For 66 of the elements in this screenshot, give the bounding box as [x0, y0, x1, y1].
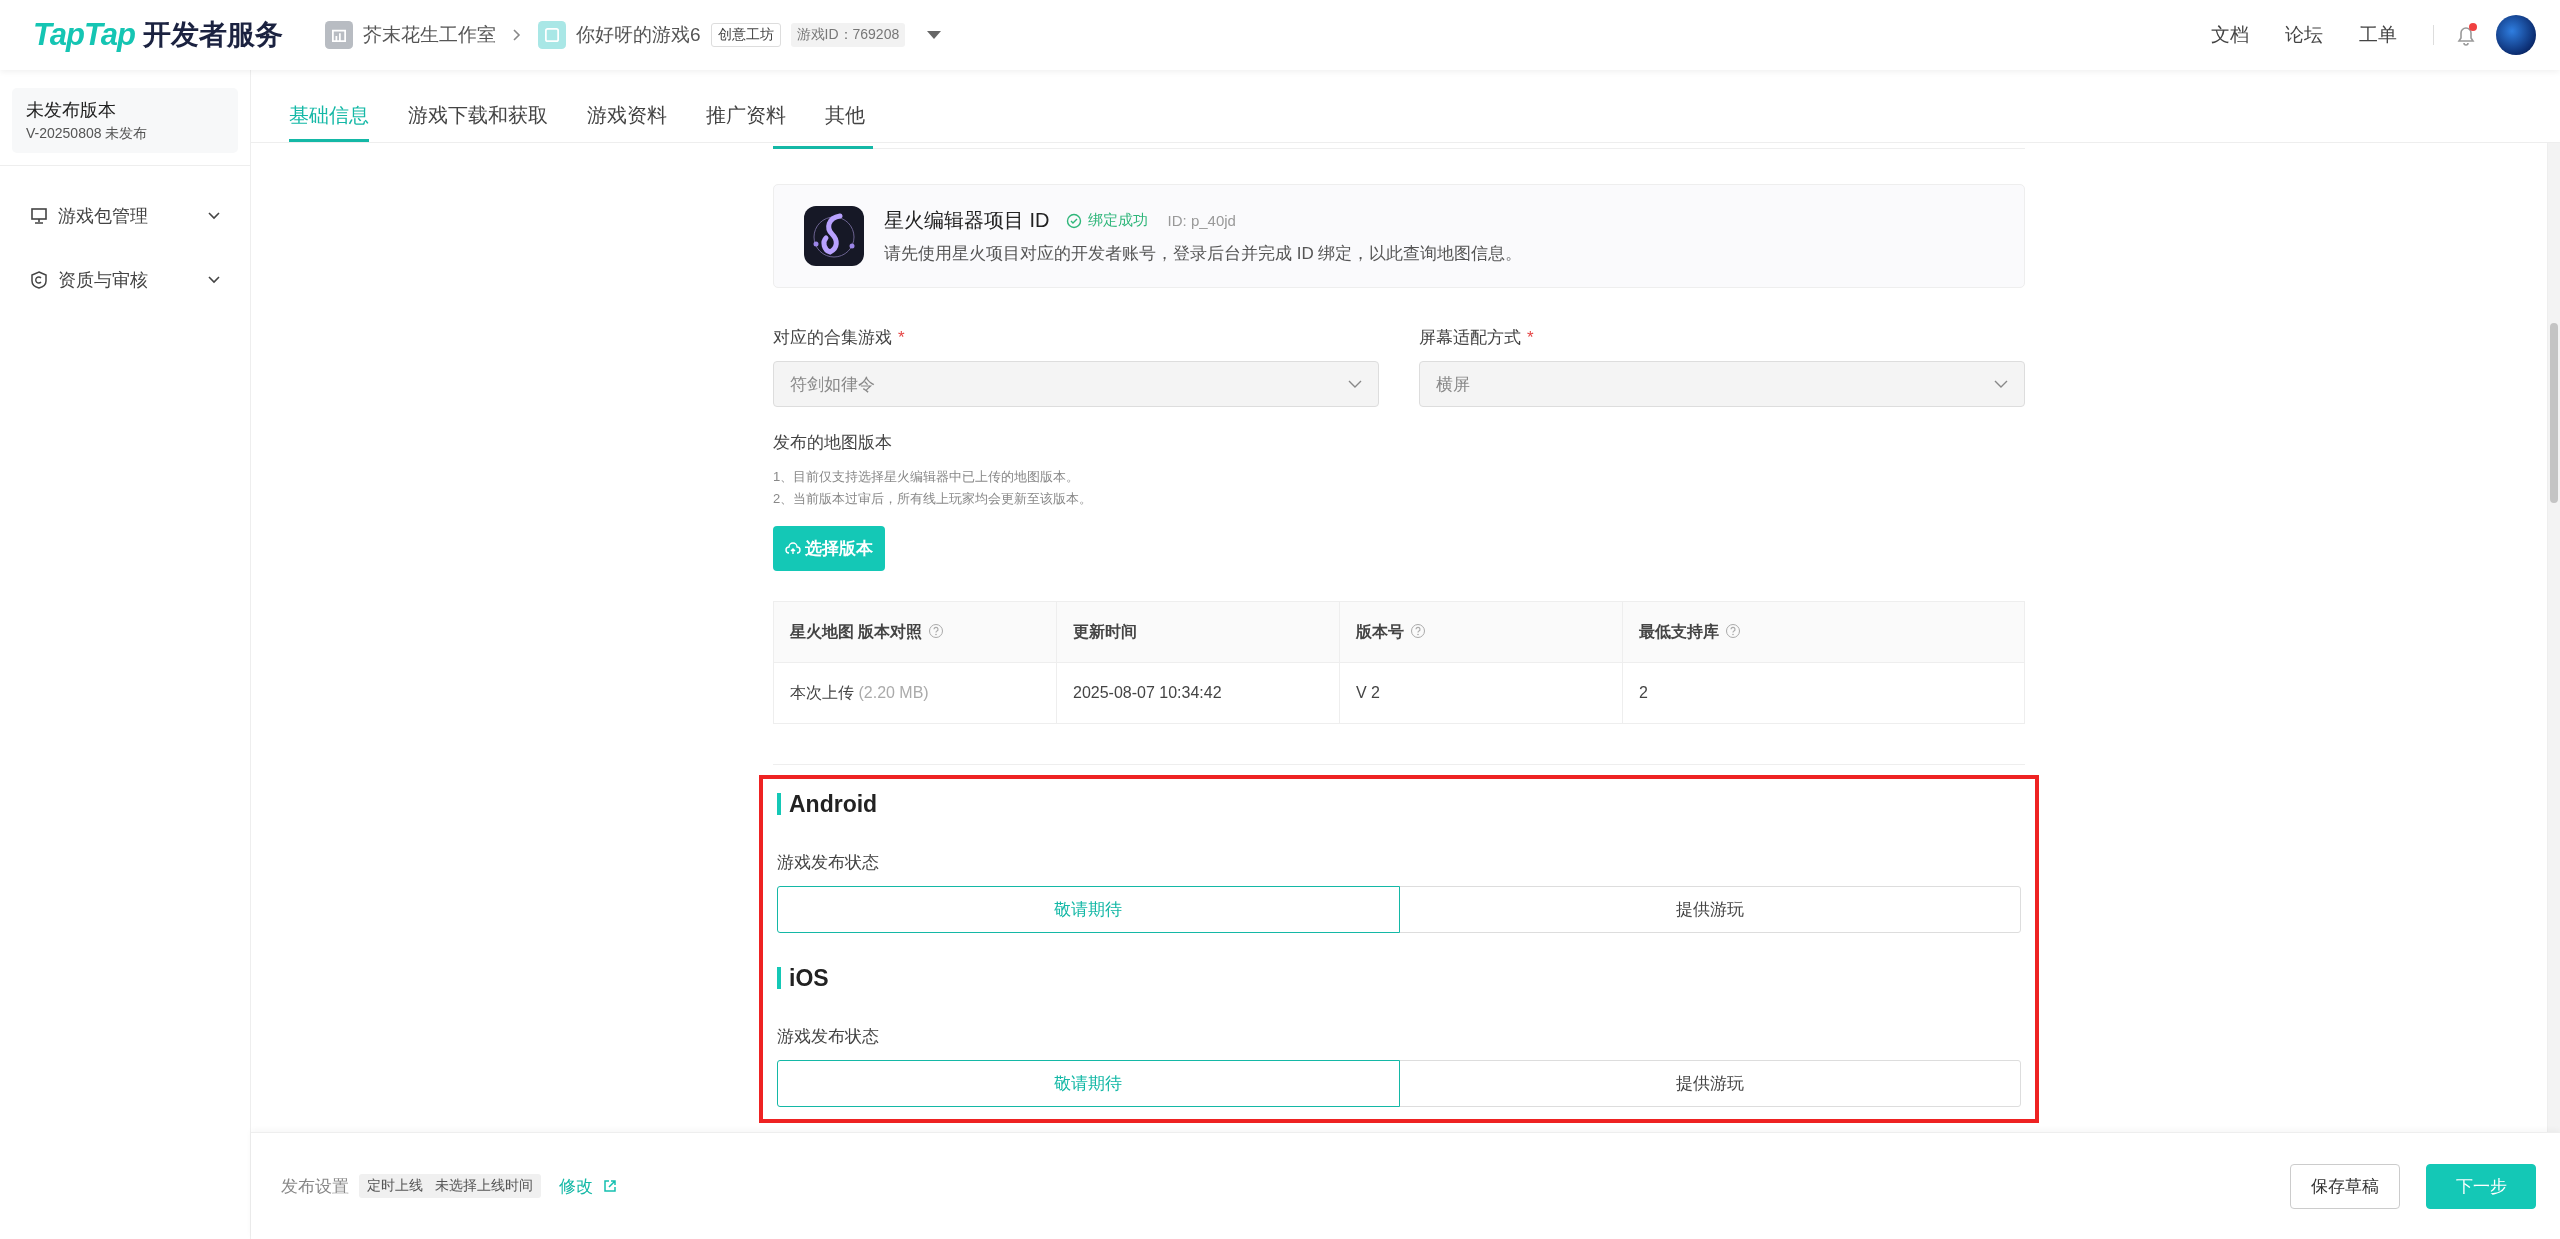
platform-heading: iOS: [789, 964, 829, 992]
avatar[interactable]: [2496, 15, 2536, 55]
field-label: 游戏发布状态: [777, 852, 880, 874]
chevron-down-icon[interactable]: [208, 212, 220, 220]
game-tag: 创意工坊: [710, 23, 781, 47]
table-cell: 2025-08-07 10:34:42: [1056, 662, 1340, 724]
building-icon: [324, 21, 353, 49]
chevron-down-icon[interactable]: [208, 276, 220, 284]
caret-down-icon[interactable]: [927, 31, 942, 39]
tab[interactable]: 游戏下载和获取: [408, 102, 548, 142]
studio-link[interactable]: 芥末花生工作室: [362, 22, 496, 48]
nav-link[interactable]: 论坛: [2285, 22, 2323, 48]
column-header: 星火地图 版本对照: [790, 622, 923, 640]
help-icon[interactable]: [1725, 622, 1741, 639]
column-header: 版本号: [1356, 622, 1404, 640]
chevron-down-icon: [1348, 380, 1362, 388]
schedule-value: 未选择上线时间: [435, 1177, 533, 1195]
column-header: 最低支持库: [1639, 622, 1719, 640]
version-subtitle: V-20250808 未发布: [26, 125, 149, 143]
footer-label: 发布设置: [281, 1175, 349, 1198]
flame-logo-icon: [804, 206, 864, 266]
table-cell: V 2: [1339, 662, 1623, 724]
sidebar-item[interactable]: 游戏包管理: [58, 204, 148, 228]
tab[interactable]: 推广资料: [706, 102, 786, 142]
tab[interactable]: 其他: [825, 102, 865, 142]
segment-option[interactable]: 提供游玩: [1398, 1060, 2021, 1107]
cloud-upload-icon: [785, 540, 801, 557]
game-name[interactable]: 你好呀的游戏6: [575, 22, 701, 48]
scrollbar-thumb[interactable]: [2550, 323, 2558, 503]
note-text: 2、当前版本过审后，所有线上玩家均会更新至该版本。: [773, 490, 1094, 508]
game-id-tag: 游戏ID：769208: [790, 23, 906, 47]
field-label: 游戏发布状态: [777, 1026, 880, 1048]
nav-link[interactable]: 工单: [2359, 22, 2397, 48]
card-title: 星火编辑器项目 ID: [884, 208, 1050, 233]
help-icon[interactable]: [1410, 622, 1426, 639]
help-icon[interactable]: [928, 622, 945, 639]
version-card[interactable]: 未发布版本 V-20250808 未发布: [12, 88, 238, 153]
field-label: 对应的合集游戏: [773, 327, 892, 349]
chevron-down-icon: [1994, 380, 2008, 388]
external-link-icon[interactable]: [603, 1179, 617, 1193]
card-description: 请先使用星火项目对应的开发者账号，登录后台并完成 ID 绑定，以此查询地图信息。: [884, 243, 1523, 265]
required-mark: *: [1527, 328, 1534, 348]
chevron-right-icon: [511, 28, 522, 42]
required-mark: *: [898, 328, 905, 348]
sidebar-item[interactable]: 资质与审核: [58, 268, 148, 292]
bind-status: 绑定成功: [1087, 211, 1148, 230]
table-cell: 2: [1622, 662, 2025, 724]
version-title: 未发布版本: [26, 99, 117, 122]
nav-link[interactable]: 文档: [2211, 22, 2249, 48]
schedule-type: 定时上线: [367, 1177, 423, 1195]
check-circle-icon: [1065, 212, 1082, 229]
column-header: 更新时间: [1073, 622, 1137, 640]
game-icon: [537, 21, 566, 49]
file-size: (2.20 MB): [858, 683, 929, 701]
platform-heading: Android: [789, 790, 878, 818]
note-text: 1、目前仅支持选择星火编辑器中已上传的地图版本。: [773, 468, 1081, 486]
monitor-icon: [30, 207, 48, 225]
footer-button[interactable]: 保存草稿: [2290, 1163, 2400, 1209]
tab[interactable]: 游戏资料: [587, 102, 667, 142]
shield-icon: [30, 271, 48, 289]
field-label: 屏幕适配方式: [1419, 327, 1521, 349]
project-id: ID: p_40jd: [1167, 212, 1236, 229]
upload-label: 本次上传: [790, 683, 854, 701]
taptap-logo[interactable]: TapTap 开发者服务: [33, 16, 283, 54]
segment-option[interactable]: 提供游玩: [1398, 886, 2021, 933]
field-label: 发布的地图版本: [773, 432, 893, 454]
